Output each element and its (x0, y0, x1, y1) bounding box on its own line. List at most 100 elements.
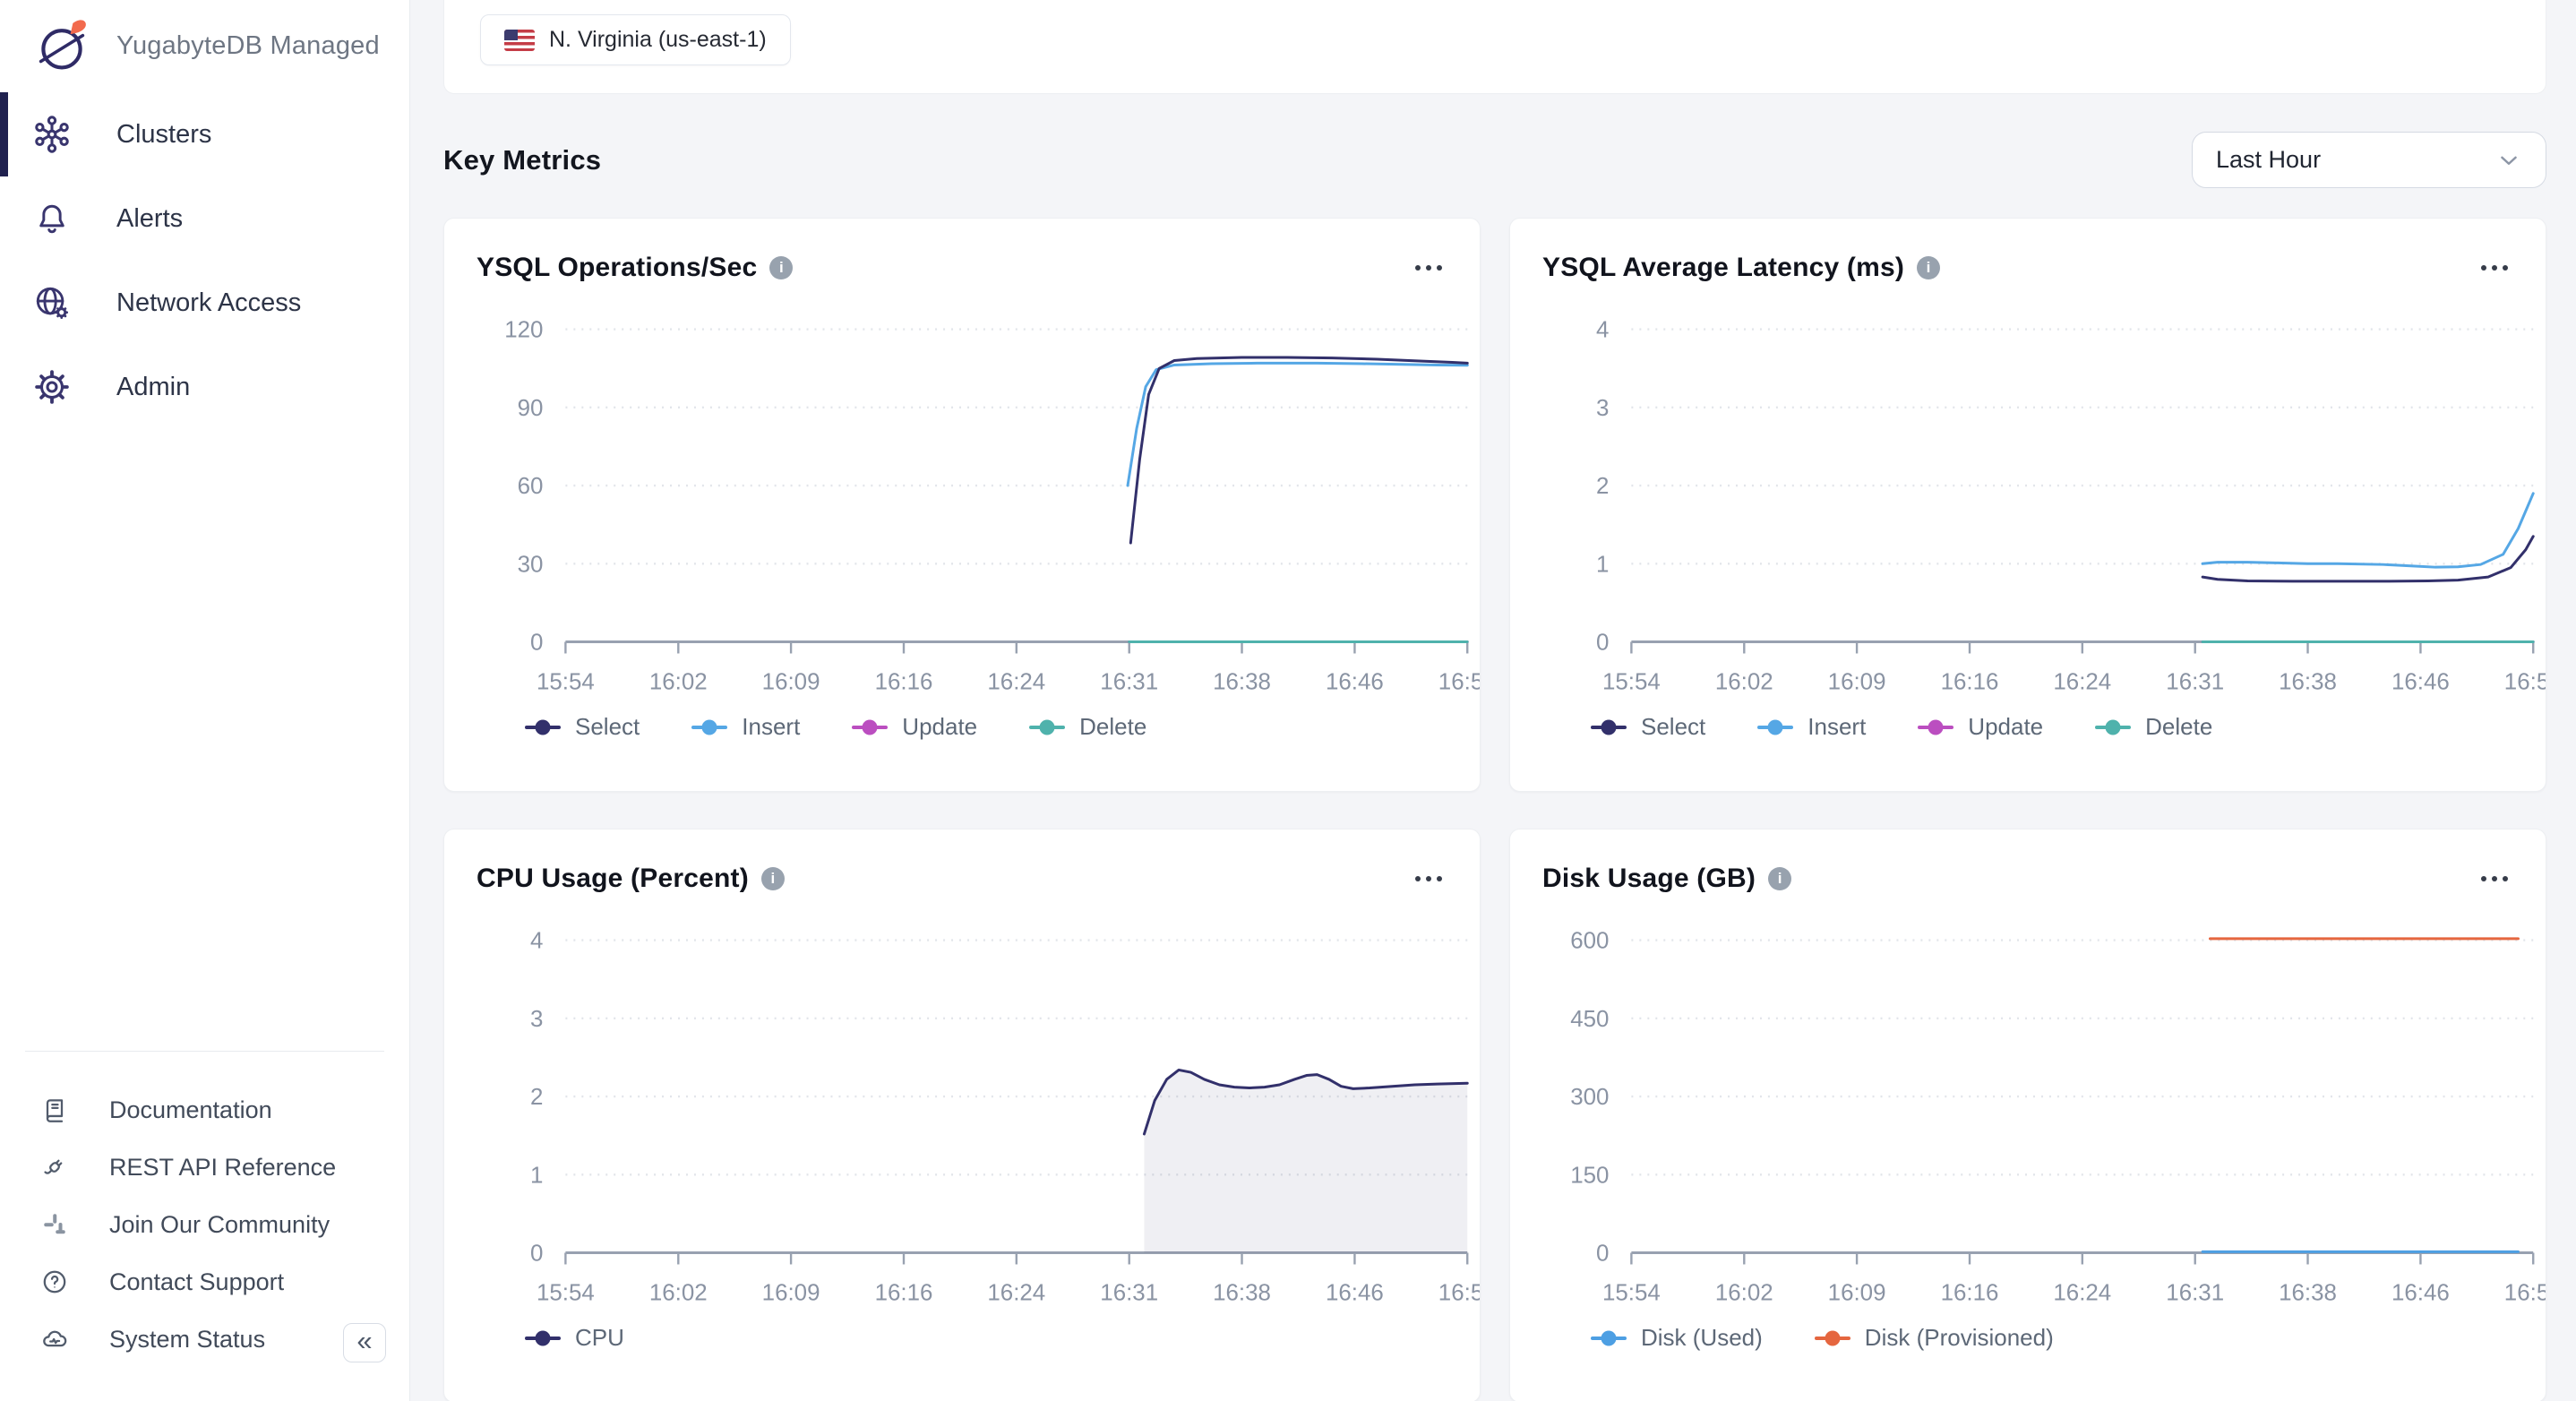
svg-text:16:24: 16:24 (2053, 669, 2111, 694)
bell-icon (29, 199, 75, 238)
sidebar-item-network-access[interactable]: Network Access (0, 261, 409, 345)
svg-text:15:54: 15:54 (537, 669, 595, 694)
svg-text:16:09: 16:09 (762, 669, 820, 694)
book-icon (39, 1096, 70, 1124)
svg-text:300: 300 (1570, 1085, 1609, 1110)
svg-text:450: 450 (1570, 1007, 1609, 1032)
legend-marker-icon (1815, 1337, 1850, 1340)
svg-text:16:16: 16:16 (1941, 669, 1999, 694)
svg-text:0: 0 (530, 1241, 543, 1266)
svg-text:16:31: 16:31 (2166, 669, 2224, 694)
sidebar-item-label: Join Our Community (109, 1211, 330, 1239)
svg-text:15:54: 15:54 (1602, 669, 1661, 694)
sidebar-item-join-our-community[interactable]: Join Our Community (0, 1196, 409, 1253)
chart-legend: CPU (525, 1324, 624, 1352)
slack-icon (39, 1211, 70, 1238)
globe-gear-icon (29, 282, 75, 323)
main-content: N. Virginia (us-east-1) Key Metrics Last… (410, 0, 2576, 1401)
svg-text:16:24: 16:24 (2053, 1280, 2111, 1305)
svg-text:16:31: 16:31 (2166, 1280, 2224, 1305)
svg-text:16:16: 16:16 (875, 669, 933, 694)
sidebar-item-label: Admin (116, 373, 190, 402)
legend-marker-icon (1757, 726, 1793, 729)
region-label: N. Virginia (us-east-1) (549, 27, 767, 53)
legend-label: Disk (Used) (1641, 1324, 1763, 1352)
svg-text:16:31: 16:31 (1100, 669, 1158, 694)
sidebar-footer: Documentation REST API Reference (0, 1051, 409, 1368)
legend-label: Update (902, 713, 977, 741)
svg-text:120: 120 (504, 318, 543, 343)
svg-text:16:09: 16:09 (1828, 669, 1886, 694)
legend-item-delete[interactable]: Delete (2095, 713, 2212, 741)
legend-label: Delete (1079, 713, 1146, 741)
legend-label: Disk (Provisioned) (1865, 1324, 2054, 1352)
legend-item-update[interactable]: Update (852, 713, 977, 741)
legend-marker-icon (1591, 1337, 1627, 1340)
legend-label: CPU (575, 1324, 624, 1352)
svg-text:150: 150 (1570, 1163, 1609, 1188)
us-flag-icon (504, 30, 535, 51)
legend-item-disk-provisioned[interactable]: Disk (Provisioned) (1815, 1324, 2054, 1352)
sidebar-item-label: System Status (109, 1326, 265, 1354)
svg-text:4: 4 (530, 929, 543, 954)
svg-text:1: 1 (1596, 552, 1609, 577)
chart-canvas: 015030045060015:5416:0216:0916:1616:2416… (1510, 829, 2546, 1401)
time-range-dropdown[interactable]: Last Hour (2192, 132, 2546, 188)
chart-legend: Select Insert Update Delete (1591, 713, 2212, 741)
legend-item-disk-used[interactable]: Disk (Used) (1591, 1324, 1763, 1352)
legend-item-cpu[interactable]: CPU (525, 1324, 624, 1352)
legend-item-insert[interactable]: Insert (1757, 713, 1866, 741)
legend-item-select[interactable]: Select (1591, 713, 1705, 741)
legend-item-insert[interactable]: Insert (691, 713, 800, 741)
legend-marker-icon (852, 726, 888, 729)
svg-text:16:46: 16:46 (2391, 1280, 2450, 1305)
sidebar-item-rest-api-reference[interactable]: REST API Reference (0, 1139, 409, 1196)
legend-marker-icon (1591, 726, 1627, 729)
legend-item-delete[interactable]: Delete (1029, 713, 1146, 741)
svg-text:16:16: 16:16 (1941, 1280, 1999, 1305)
svg-text:16:38: 16:38 (2279, 669, 2337, 694)
svg-text:16:02: 16:02 (1715, 669, 1773, 694)
svg-text:16:54: 16:54 (2504, 669, 2546, 694)
svg-text:2: 2 (1596, 474, 1609, 499)
svg-text:16:38: 16:38 (1213, 1280, 1271, 1305)
svg-text:16:46: 16:46 (2391, 669, 2450, 694)
svg-text:16:02: 16:02 (649, 669, 708, 694)
legend-item-select[interactable]: Select (525, 713, 640, 741)
legend-marker-icon (525, 1337, 561, 1340)
svg-text:16:46: 16:46 (1326, 669, 1384, 694)
sidebar-item-documentation[interactable]: Documentation (0, 1081, 409, 1139)
chart-canvas: 030609012015:5416:0216:0916:1616:2416:31… (444, 219, 1480, 791)
question-circle-icon (39, 1268, 70, 1296)
sidebar-item-alerts[interactable]: Alerts (0, 176, 409, 261)
metrics-grid: YSQL Operations/Sec i 030609012015:5416:… (443, 218, 2546, 1401)
chart-canvas: 0123415:5416:0216:0916:1616:2416:3116:38… (444, 829, 1480, 1401)
chart-legend: Select Insert Update Delete (525, 713, 1146, 741)
svg-text:60: 60 (518, 474, 544, 499)
brand[interactable]: YugabyteDB Managed (0, 0, 409, 92)
legend-label: Select (1641, 713, 1705, 741)
svg-text:16:38: 16:38 (2279, 1280, 2337, 1305)
svg-text:3: 3 (1596, 396, 1609, 421)
svg-text:16:02: 16:02 (649, 1280, 708, 1305)
plug-icon (39, 1153, 70, 1182)
sidebar-item-contact-support[interactable]: Contact Support (0, 1253, 409, 1311)
sidebar-item-admin[interactable]: Admin (0, 345, 409, 429)
sidebar-item-label: Contact Support (109, 1268, 284, 1296)
svg-text:16:16: 16:16 (875, 1280, 933, 1305)
svg-text:0: 0 (530, 630, 543, 655)
region-chip[interactable]: N. Virginia (us-east-1) (480, 14, 791, 65)
sidebar-item-clusters[interactable]: Clusters (0, 92, 409, 176)
cloud-status-icon (39, 1324, 70, 1354)
chart-svg: 015030045060015:5416:0216:0916:1616:2416… (1510, 829, 2546, 1401)
time-range-value: Last Hour (2216, 146, 2321, 174)
legend-item-update[interactable]: Update (1918, 713, 2043, 741)
legend-marker-icon (2095, 726, 2131, 729)
card-ysql-latency: YSQL Average Latency (ms) i 0123415:5416… (1509, 218, 2546, 792)
sidebar-item-label: REST API Reference (109, 1154, 336, 1182)
sidebar-collapse-button[interactable]: « (343, 1323, 386, 1362)
gear-icon (29, 366, 75, 408)
legend-label: Insert (742, 713, 800, 741)
sidebar-nav: Clusters Alerts (0, 92, 409, 429)
legend-label: Select (575, 713, 640, 741)
